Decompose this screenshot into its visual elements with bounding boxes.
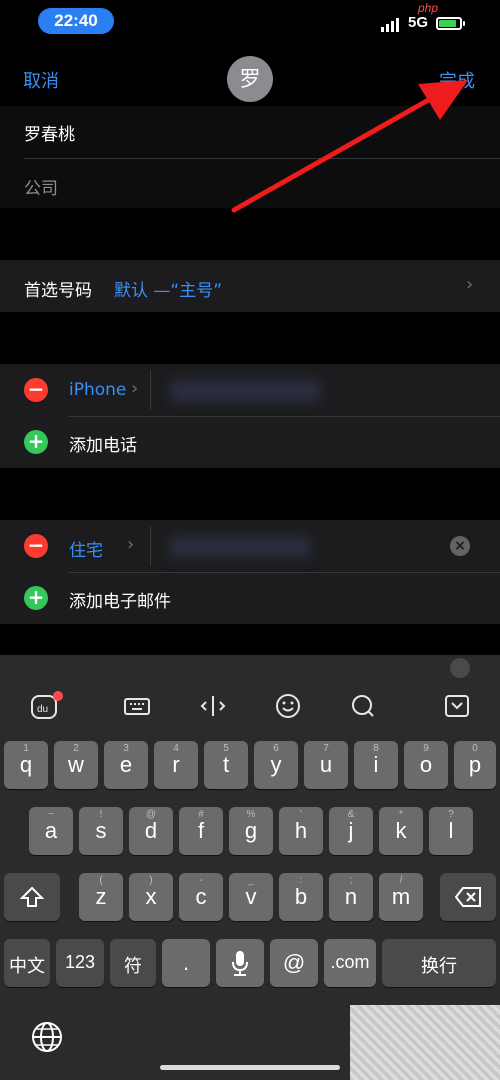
voice-key[interactable] — [216, 939, 264, 987]
phone-number-field[interactable] — [170, 380, 320, 402]
add-email-icon[interactable]: + — [24, 586, 48, 610]
status-bar: 22:40 5G php — [0, 0, 500, 46]
key-y[interactable]: 6y — [254, 741, 298, 789]
key-j[interactable]: & j — [329, 807, 373, 855]
key-z[interactable]: (z — [79, 873, 123, 921]
battery-icon — [436, 17, 465, 30]
shift-icon — [20, 886, 44, 907]
name-value: 罗春桃 — [24, 125, 75, 145]
chevron-right-icon: › — [466, 274, 474, 295]
globe-icon[interactable] — [30, 1020, 64, 1054]
cancel-button[interactable]: 取消 — [23, 67, 59, 93]
chevron-right-icon: › — [127, 534, 135, 555]
key-c[interactable]: -c — [179, 873, 223, 921]
baidu-input-icon[interactable]: du — [28, 691, 68, 721]
key-t[interactable]: 5t — [204, 741, 248, 789]
key-d[interactable]: @ d — [129, 807, 173, 855]
key-m[interactable]: / m — [379, 873, 423, 921]
add-email-label[interactable]: 添加电子邮件 — [69, 587, 171, 612]
backspace-icon — [454, 887, 481, 907]
preferred-number-row[interactable]: 首选号码 默认 —“主号” › — [0, 260, 500, 312]
key-a[interactable]: ~ a — [29, 807, 73, 855]
company-field[interactable]: 公司 — [0, 158, 500, 210]
divider — [150, 526, 151, 566]
key-b[interactable]: :b — [279, 873, 323, 921]
key-p[interactable]: 0p — [454, 741, 496, 789]
key-s[interactable]: ! s — [79, 807, 123, 855]
phone-section: − iPhone › + 添加电话 — [0, 364, 500, 468]
svg-text:du: du — [37, 704, 48, 715]
preferred-number-value: 默认 —“主号” — [114, 281, 223, 301]
shift-key[interactable] — [4, 873, 60, 921]
at-key[interactable]: @ — [270, 939, 318, 987]
divider — [69, 416, 500, 417]
home-indicator — [160, 1065, 340, 1070]
chevron-right-icon: › — [131, 378, 139, 399]
phone-label[interactable]: iPhone — [69, 380, 126, 400]
key-o[interactable]: 9o — [404, 741, 448, 789]
mosaic-watermark — [350, 1005, 500, 1080]
name-field[interactable]: 罗春桃 — [0, 106, 500, 158]
key-q[interactable]: 1q — [4, 741, 48, 789]
microphone-icon — [232, 951, 248, 976]
nav-bar: 取消 罗 完成 — [0, 50, 500, 106]
email-label[interactable]: 住宅 — [69, 536, 103, 561]
key-g[interactable]: % g — [229, 807, 273, 855]
keyboard-icon[interactable] — [122, 691, 152, 721]
add-phone-label[interactable]: 添加电话 — [69, 431, 137, 456]
key-u[interactable]: 7u — [304, 741, 348, 789]
email-input[interactable] — [170, 536, 310, 558]
key-h[interactable]: ' h — [279, 807, 323, 855]
avatar[interactable]: 罗 — [227, 56, 273, 102]
email-section: − 住宅 › × + 添加电子邮件 — [0, 520, 500, 624]
remove-email-icon[interactable]: − — [24, 534, 48, 558]
key-v[interactable]: _ v — [229, 873, 273, 921]
return-key[interactable]: 换行 — [382, 939, 496, 987]
preferred-number-label: 首选号码 — [24, 281, 92, 301]
key-i[interactable]: 8i — [354, 741, 398, 789]
status-time: 22:40 — [38, 8, 114, 34]
delete-key[interactable] — [440, 873, 496, 921]
key-k[interactable]: * k — [379, 807, 423, 855]
period-key[interactable]: . — [162, 939, 210, 987]
emoji-icon[interactable] — [273, 691, 303, 721]
key-n[interactable]: ; n — [329, 873, 373, 921]
key-f[interactable]: # f — [179, 807, 223, 855]
cursor-move-icon[interactable] — [198, 691, 228, 721]
key-l[interactable]: ? l — [429, 807, 473, 855]
symbols-key[interactable]: 符 — [110, 939, 156, 987]
add-phone-icon[interactable]: + — [24, 430, 48, 454]
privacy-icon — [450, 658, 470, 678]
key-x[interactable]: ) x — [129, 873, 173, 921]
done-button[interactable]: 完成 — [439, 67, 475, 93]
dotcom-key[interactable]: .com — [324, 939, 376, 987]
numbers-key[interactable]: 123 — [56, 939, 104, 987]
clear-icon[interactable]: × — [450, 536, 470, 556]
key-e[interactable]: 3e — [104, 741, 148, 789]
search-icon[interactable] — [348, 691, 378, 721]
hide-keyboard-icon[interactable] — [442, 691, 472, 721]
name-section: 罗春桃 公司 — [0, 106, 500, 208]
chinese-key[interactable]: 中文 — [4, 939, 50, 987]
key-w[interactable]: 2w — [54, 741, 98, 789]
company-placeholder: 公司 — [24, 179, 58, 199]
keyboard-toolbar: du — [0, 655, 500, 727]
divider — [150, 370, 151, 410]
php-watermark: php — [418, 1, 439, 15]
network-type: 5G — [408, 14, 429, 31]
signal-icon — [381, 18, 403, 32]
divider — [69, 572, 500, 573]
remove-phone-icon[interactable]: − — [24, 378, 48, 402]
key-r[interactable]: 4r — [154, 741, 198, 789]
